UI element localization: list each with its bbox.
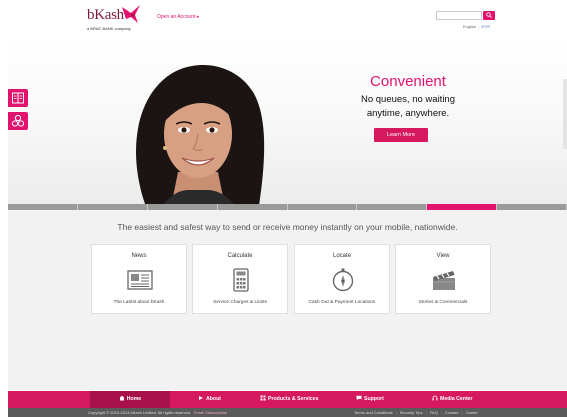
footer-link-separator: | xyxy=(395,410,397,415)
share-icon xyxy=(11,114,25,127)
footer-link-terms[interactable]: Terms and Conditions xyxy=(354,410,393,415)
search-input[interactable] xyxy=(436,11,482,20)
hero-subtitle-line1: No queues, no waiting xyxy=(360,94,455,105)
language-switcher: English | বাংলা xyxy=(463,24,490,31)
card-description: Cash Out & Payment Locations xyxy=(308,300,376,305)
search-icon xyxy=(486,12,492,18)
email-subscription-link[interactable]: Email Subscription xyxy=(194,410,227,415)
lang-english[interactable]: English xyxy=(463,24,476,29)
copyright-text: Copyright © 2010-2014 bKash Limited. All… xyxy=(88,410,192,415)
nav-support[interactable]: Support xyxy=(356,391,384,408)
side-tab-share[interactable] xyxy=(8,112,28,130)
search-button[interactable] xyxy=(483,11,495,20)
card-title: Calculate xyxy=(227,253,253,259)
card-title: News xyxy=(131,253,147,259)
bkash-logo[interactable]: bKash a BRAC BANK company xyxy=(87,4,145,34)
open-account-label: Open an Account xyxy=(157,14,196,20)
newspaper-icon xyxy=(127,270,153,290)
calculator-icon xyxy=(233,268,249,292)
copyright-line: Copyright © 2010-2014 bKash Limited. All… xyxy=(88,410,227,415)
footer-links: Terms and Conditions | Security Tips | FAQ | C… xyxy=(354,410,478,415)
hero-headline: Convenient xyxy=(370,73,446,90)
card-description: Stories & Commercials xyxy=(418,300,468,305)
book-icon xyxy=(12,92,24,104)
nav-label: Home xyxy=(126,396,142,402)
card-news[interactable]: News The Latest about bKash xyxy=(91,244,187,314)
chevron-right-icon: ▸ xyxy=(196,14,200,20)
bird-logo-icon xyxy=(122,5,140,23)
nav-label: Support xyxy=(364,396,384,402)
footer-link-security-tips[interactable]: Security Tips xyxy=(400,410,423,415)
footer-link-separator: | xyxy=(461,410,463,415)
hero-banner: Convenient No queues, no waiting anytime… xyxy=(8,37,567,204)
lang-separator: | xyxy=(478,24,480,29)
footer-link-contact[interactable]: Contact xyxy=(445,410,459,415)
clapperboard-icon xyxy=(433,271,455,290)
footer-link-faq[interactable]: FAQ xyxy=(430,410,438,415)
home-icon xyxy=(119,395,125,401)
site-header: bKash a BRAC BANK company Open an Accoun… xyxy=(0,0,567,37)
nav-label: Media Center xyxy=(440,396,473,402)
compass-icon xyxy=(332,268,354,292)
footer-link-career[interactable]: Career xyxy=(466,410,478,415)
next-slide-handle[interactable] xyxy=(563,79,567,149)
learn-more-button[interactable]: Learn More xyxy=(374,128,428,142)
logo-tagline: a BRAC BANK company xyxy=(87,26,131,31)
footer-link-separator: | xyxy=(440,410,442,415)
copyright-bar: Copyright © 2010-2014 bKash Limited. All… xyxy=(8,408,567,417)
nav-products-services[interactable]: Products & Services xyxy=(260,391,318,408)
logo-wordmark: bKash xyxy=(87,7,124,23)
footer-nav: Home About Products & Services Support M… xyxy=(8,391,567,408)
content-area: The easiest and safest way to send or re… xyxy=(8,210,567,390)
hero-subtitle-line2: anytime, anywhere. xyxy=(366,108,450,119)
footer-link-separator: | xyxy=(425,410,427,415)
nav-about[interactable]: About xyxy=(198,391,221,408)
open-account-link[interactable]: Open an Account ▸ xyxy=(157,14,199,20)
grid-icon xyxy=(260,395,266,401)
chat-icon xyxy=(356,395,362,401)
card-view[interactable]: View Stories & Commercials xyxy=(395,244,491,314)
lang-bangla[interactable]: বাংলা xyxy=(481,24,490,29)
tagline: The easiest and safest way to send or re… xyxy=(117,222,458,232)
hero-portrait-image xyxy=(136,65,265,204)
card-description: Service Charges & Limits xyxy=(213,300,267,305)
nav-media-center[interactable]: Media Center xyxy=(432,391,473,408)
nav-label: About xyxy=(206,396,221,402)
card-calculate[interactable]: Calculate Service Charges & Limits xyxy=(192,244,288,314)
card-title: Locate xyxy=(332,253,351,259)
nav-label: Products & Services xyxy=(268,396,319,402)
headset-icon xyxy=(432,395,438,401)
card-title: View xyxy=(436,253,450,259)
side-tab-book[interactable] xyxy=(8,89,28,107)
card-locate[interactable]: Locate Cash Out & Payment Locations xyxy=(294,244,390,314)
arrow-icon xyxy=(199,396,203,400)
nav-home[interactable]: Home xyxy=(90,391,170,408)
card-description: The Latest about bKash xyxy=(113,300,165,305)
